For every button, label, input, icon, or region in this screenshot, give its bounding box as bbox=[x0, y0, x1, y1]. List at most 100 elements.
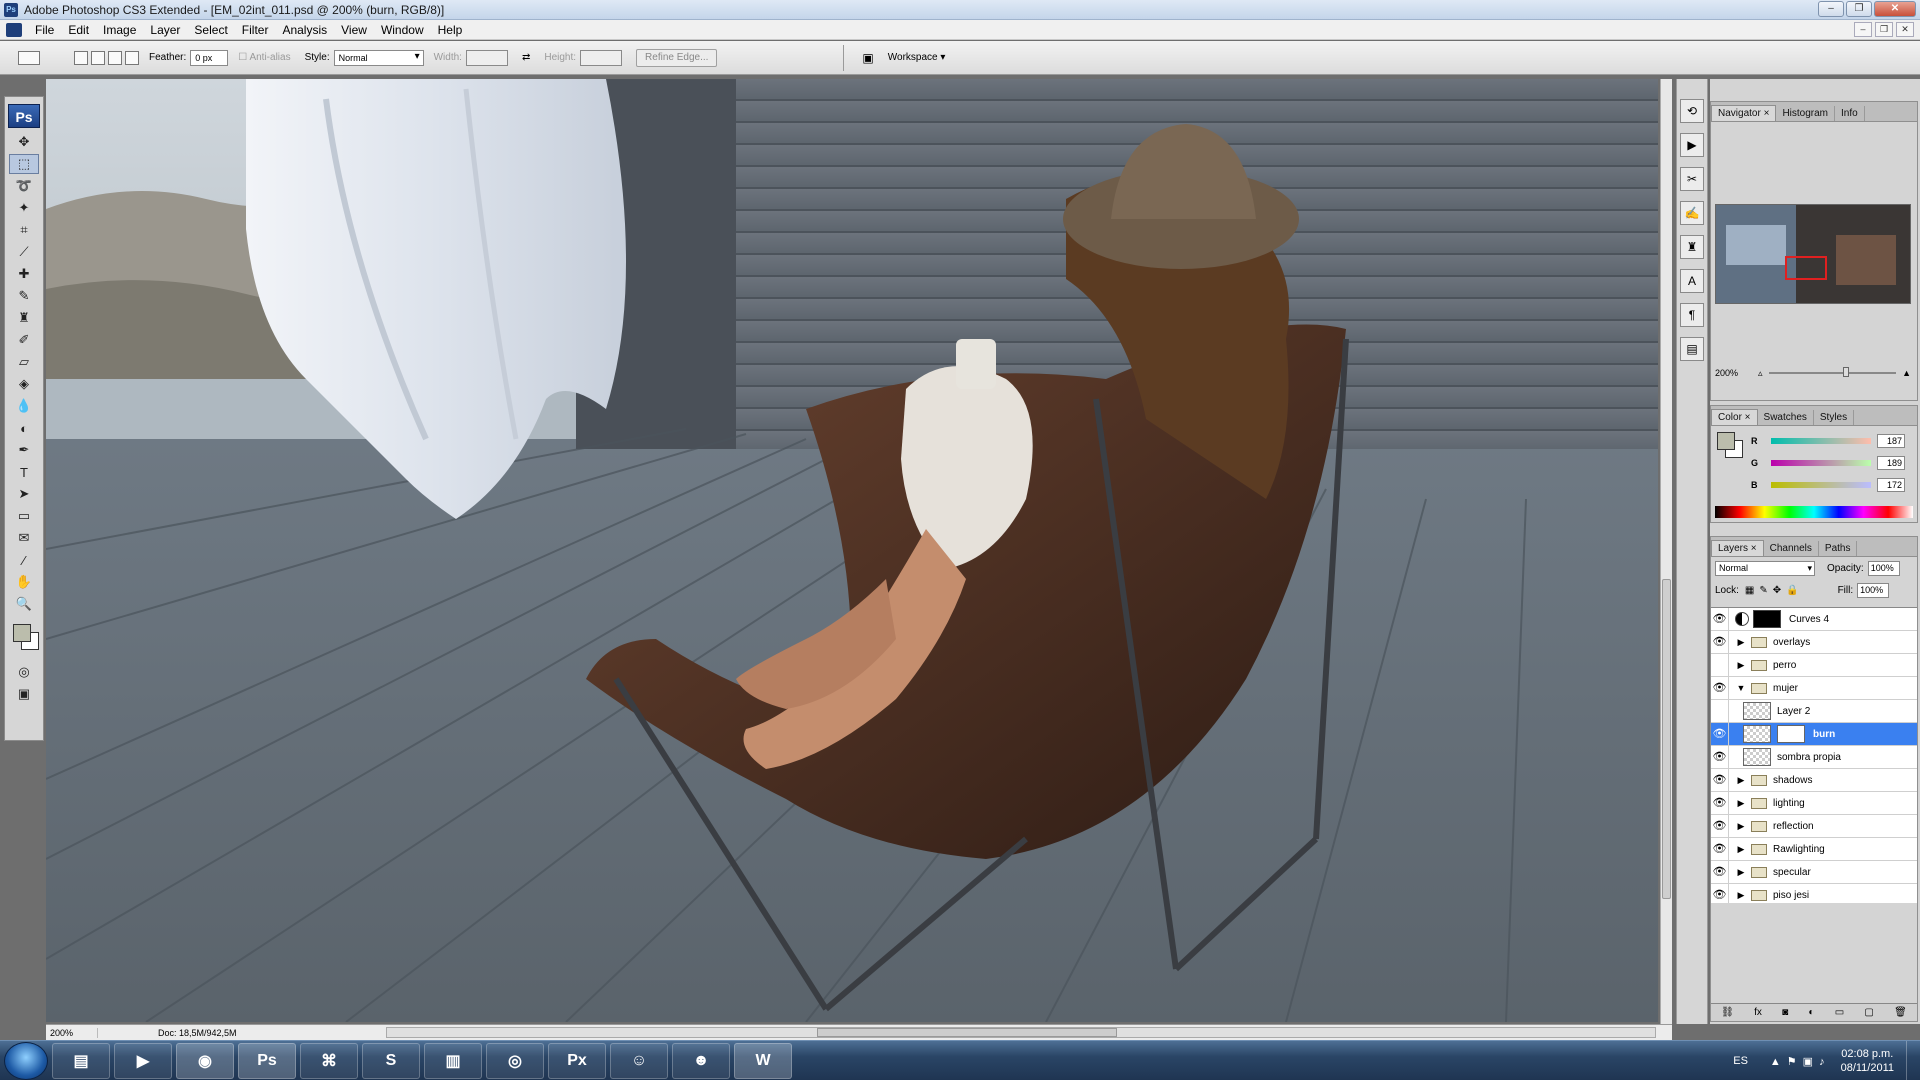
navigator-preview[interactable] bbox=[1715, 204, 1911, 304]
marquee-tool-icon[interactable]: ⬚ bbox=[9, 154, 39, 174]
new-selection-icon[interactable] bbox=[74, 50, 88, 65]
style-select[interactable]: Normal bbox=[333, 49, 424, 66]
quick-mask-icon[interactable]: ◎ bbox=[9, 662, 39, 682]
doc-size[interactable]: Doc: 18,5M/942,5M bbox=[158, 1028, 237, 1038]
menu-select[interactable]: Select bbox=[187, 23, 234, 37]
tab-navigator[interactable]: Navigator × bbox=[1711, 105, 1777, 121]
layer-thumbnail[interactable] bbox=[1743, 748, 1771, 766]
expand-triangle-icon[interactable]: ▶ bbox=[1735, 798, 1747, 809]
visibility-eye-icon[interactable]: 👁 bbox=[1711, 814, 1729, 838]
document-icon[interactable] bbox=[6, 22, 22, 37]
eyedropper-icon[interactable]: ⁄ bbox=[9, 550, 39, 570]
menu-edit[interactable]: Edit bbox=[61, 23, 96, 37]
eraser-tool-icon[interactable]: ▱ bbox=[9, 352, 39, 372]
swap-icon[interactable]: ⇄ bbox=[522, 52, 530, 63]
vertical-scrollbar[interactable] bbox=[1660, 79, 1672, 1024]
layer-mask-thumbnail[interactable] bbox=[1777, 725, 1805, 743]
zoom-in-icon[interactable]: ▲ bbox=[1902, 368, 1911, 378]
add-selection-icon[interactable] bbox=[91, 50, 105, 65]
language-indicator[interactable]: ES bbox=[1733, 1055, 1748, 1067]
expand-triangle-icon[interactable]: ▶ bbox=[1735, 844, 1747, 855]
navigator-zoom-value[interactable]: 200% bbox=[1715, 368, 1738, 378]
green-slider[interactable] bbox=[1771, 460, 1871, 466]
actions-panel-icon[interactable]: ▶ bbox=[1680, 133, 1704, 157]
layer-row-curves-4[interactable]: 👁 Curves 4 bbox=[1711, 608, 1917, 631]
paragraph-panel-icon[interactable]: ¶ bbox=[1680, 303, 1704, 327]
menu-layer[interactable]: Layer bbox=[143, 23, 187, 37]
new-layer-icon[interactable]: ▢ bbox=[1864, 1007, 1873, 1018]
menu-file[interactable]: File bbox=[28, 23, 61, 37]
menu-help[interactable]: Help bbox=[431, 23, 470, 37]
zoom-slider[interactable] bbox=[1768, 367, 1897, 377]
layer-comps-icon[interactable]: ▤ bbox=[1680, 337, 1704, 361]
magic-wand-icon[interactable]: ✦ bbox=[9, 198, 39, 218]
menu-analysis[interactable]: Analysis bbox=[275, 23, 334, 37]
color-spectrum-bar[interactable] bbox=[1715, 506, 1913, 518]
px-taskbar-button[interactable]: Px bbox=[548, 1042, 606, 1079]
opacity-input[interactable]: 100% bbox=[1867, 560, 1900, 576]
messenger-icon[interactable]: ☻ bbox=[672, 1042, 730, 1079]
color-foreground-swatch[interactable] bbox=[1717, 432, 1735, 450]
expand-triangle-icon[interactable]: ▶ bbox=[1735, 821, 1747, 832]
blue-slider[interactable] bbox=[1771, 482, 1871, 488]
intersect-selection-icon[interactable] bbox=[125, 50, 139, 65]
doc-close-button[interactable]: ✕ bbox=[1896, 22, 1914, 37]
tab-styles[interactable]: Styles bbox=[1814, 410, 1855, 425]
vertical-scroll-thumb[interactable] bbox=[1662, 579, 1671, 899]
expand-triangle-icon[interactable]: ▶ bbox=[1735, 867, 1747, 878]
show-desktop-button[interactable] bbox=[1906, 1041, 1920, 1080]
layer-row-reflection[interactable]: 👁 ▶ reflection bbox=[1711, 814, 1917, 838]
layer-row-piso-jesi[interactable]: 👁 ▶ piso jesi bbox=[1711, 883, 1917, 903]
layer-row-lighting[interactable]: 👁 ▶ lighting bbox=[1711, 791, 1917, 815]
zoom-out-icon[interactable]: ▵ bbox=[1758, 368, 1763, 379]
healing-brush-icon[interactable]: ✚ bbox=[9, 264, 39, 284]
tab-paths[interactable]: Paths bbox=[1819, 541, 1858, 556]
history-brush-icon[interactable]: ✐ bbox=[9, 330, 39, 350]
visibility-eye-icon[interactable]: 👁 bbox=[1711, 837, 1729, 861]
type-tool-icon[interactable]: T bbox=[9, 462, 39, 482]
width-input[interactable] bbox=[465, 49, 508, 66]
fill-input[interactable]: 100% bbox=[1857, 582, 1890, 598]
tab-color[interactable]: Color × bbox=[1711, 409, 1758, 425]
clock[interactable]: 02:08 p.m. 08/11/2011 bbox=[1841, 1047, 1894, 1075]
visibility-eye-icon[interactable]: 👁 bbox=[1711, 676, 1729, 700]
expand-triangle-icon[interactable]: ▶ bbox=[1735, 660, 1747, 671]
pen-tool-icon[interactable]: ✒ bbox=[9, 440, 39, 460]
clone-source-icon[interactable]: ♜ bbox=[1680, 235, 1704, 259]
refine-edge-button[interactable]: Refine Edge... bbox=[636, 48, 718, 67]
workspace-menu[interactable]: Workspace ▾ bbox=[888, 52, 946, 63]
layer-row-specular[interactable]: 👁 ▶ specular bbox=[1711, 860, 1917, 884]
mask-icon[interactable]: ◙ bbox=[1782, 1007, 1788, 1018]
layer-row-shadows[interactable]: 👁 ▶ shadows bbox=[1711, 768, 1917, 792]
antialias-checkbox[interactable]: ☐ Anti-alias bbox=[238, 52, 290, 63]
blur-tool-icon[interactable]: 💧 bbox=[9, 396, 39, 416]
clone-stamp-icon[interactable]: ♜ bbox=[9, 308, 39, 328]
lasso-tool-icon[interactable]: ➰ bbox=[9, 176, 39, 196]
layer-row-perro[interactable]: ▶ perro bbox=[1711, 653, 1917, 677]
history-panel-icon[interactable]: ⟲ bbox=[1680, 99, 1704, 123]
tab-swatches[interactable]: Swatches bbox=[1758, 410, 1814, 425]
expand-triangle-icon[interactable]: ▶ bbox=[1735, 775, 1747, 786]
visibility-eye-icon[interactable]: 👁 bbox=[1711, 860, 1729, 884]
layer-thumbnail[interactable] bbox=[1743, 725, 1771, 743]
notes-tool-icon[interactable]: ✉ bbox=[9, 528, 39, 548]
paint-bucket-icon[interactable]: ◈ bbox=[9, 374, 39, 394]
character-panel-icon[interactable]: A bbox=[1680, 269, 1704, 293]
brush-tool-icon[interactable]: ✎ bbox=[9, 286, 39, 306]
photoshop-taskbar-button[interactable]: Ps bbox=[238, 1042, 296, 1079]
lock-icons[interactable]: ▦✎✥🔒 bbox=[1745, 585, 1804, 596]
horizontal-scroll-thumb[interactable] bbox=[817, 1028, 1117, 1037]
menu-image[interactable]: Image bbox=[96, 23, 143, 37]
feather-input[interactable]: 0 px bbox=[190, 49, 229, 66]
visibility-eye-icon[interactable] bbox=[1711, 699, 1729, 723]
tab-layers[interactable]: Layers × bbox=[1711, 540, 1764, 556]
layer-row-sombra-propia[interactable]: 👁 sombra propia bbox=[1711, 745, 1917, 769]
visibility-eye-icon[interactable]: 👁 bbox=[1711, 791, 1729, 815]
tab-info[interactable]: Info bbox=[1835, 106, 1865, 121]
dodge-tool-icon[interactable]: ◐ bbox=[9, 418, 39, 438]
zoom-field[interactable]: 200% bbox=[46, 1027, 98, 1038]
height-input[interactable] bbox=[580, 49, 623, 66]
menu-view[interactable]: View bbox=[334, 23, 374, 37]
tool-preset-picker[interactable] bbox=[18, 50, 40, 65]
zoom-tool-icon[interactable]: 🔍 bbox=[9, 594, 39, 614]
